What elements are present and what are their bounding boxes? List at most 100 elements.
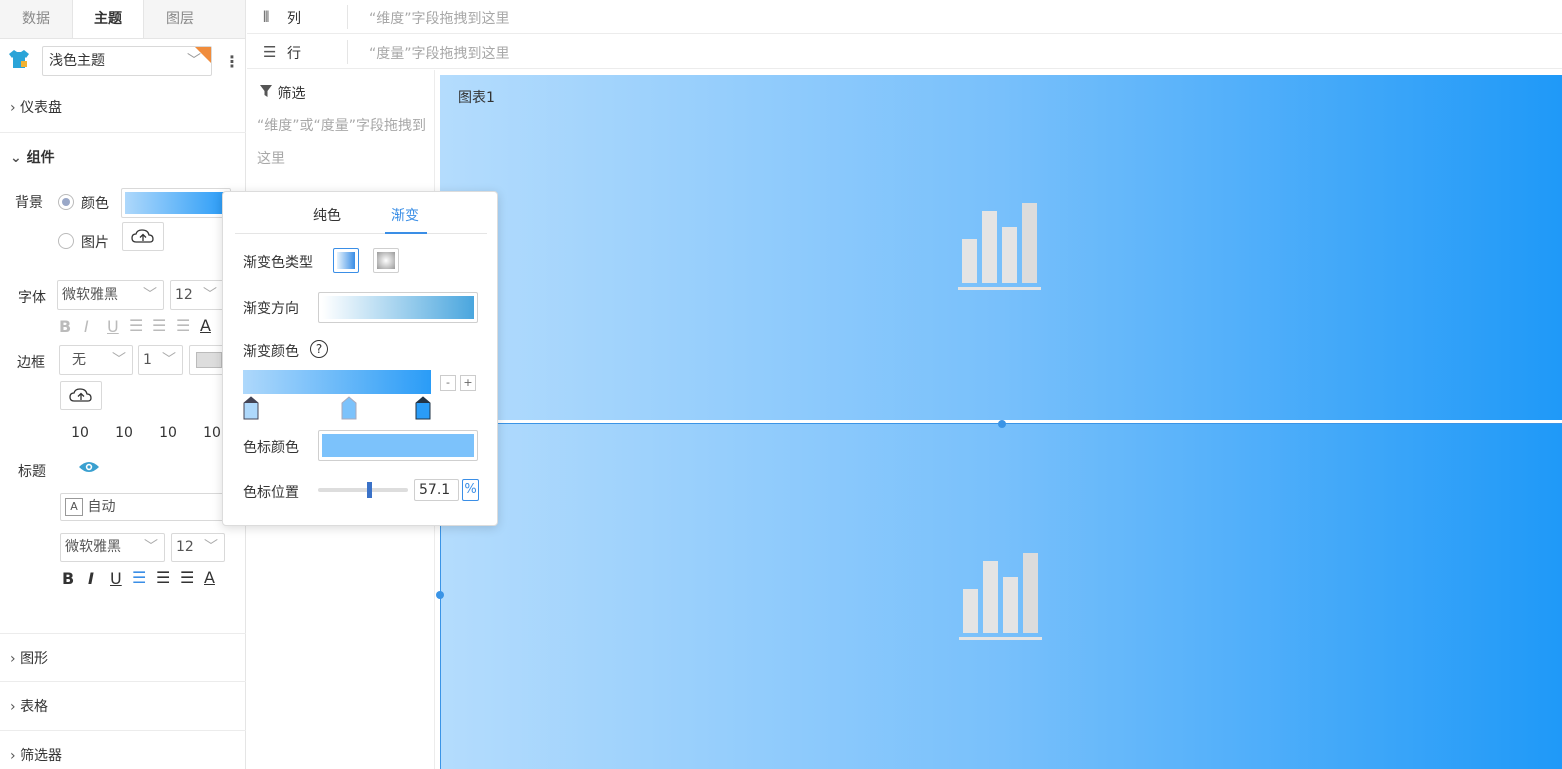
chevron-down-icon: ﹀	[162, 352, 176, 368]
padding-top-value[interactable]: 10	[60, 425, 100, 441]
background-color-radio[interactable]	[58, 194, 74, 210]
title-align-value: 自动	[87, 499, 116, 515]
tab-data[interactable]: 数据	[0, 0, 72, 38]
bold-icon[interactable]: B	[59, 317, 71, 336]
chevron-right-icon: ›	[10, 748, 16, 764]
gradient-bar[interactable]	[243, 370, 431, 394]
theme-panel: 数据 主题 图层 浅色主题 ﹀ ⋮ › 仪表盘 ⌄ 组件 背景 颜色 图片 字体…	[0, 0, 246, 769]
font-family-value: 微软雅黑	[62, 287, 118, 303]
align-center-icon[interactable]: ☰	[152, 316, 166, 335]
cloud-upload-icon	[61, 388, 101, 413]
chart-card-1[interactable]: 图表1	[440, 75, 1562, 420]
theme-select[interactable]: 浅色主题 ﹀	[42, 46, 212, 76]
rows-shelf-placeholder: “度量”字段拖拽到这里	[369, 46, 510, 62]
italic-icon[interactable]: I	[84, 317, 89, 336]
stop-color-swatch	[322, 434, 474, 457]
resize-handle[interactable]	[436, 591, 444, 599]
section-dashboard-label: 仪表盘	[20, 100, 63, 116]
title-bold-icon[interactable]: B	[62, 569, 74, 588]
resize-handle[interactable]	[998, 420, 1006, 428]
section-filter-label: 筛选器	[20, 748, 63, 764]
title-align-select[interactable]: A 自动	[60, 493, 230, 521]
rows-shelf[interactable]: ☰ 行 “度量”字段拖拽到这里	[247, 35, 1562, 69]
border-style-select[interactable]: 无 ﹀	[59, 345, 133, 375]
funnel-icon	[259, 85, 273, 102]
background-image-radio[interactable]	[58, 233, 74, 249]
columns-shelf-placeholder: “维度”字段拖拽到这里	[369, 11, 510, 27]
percent-unit-toggle[interactable]: %	[462, 479, 479, 501]
upload-border-image-button[interactable]	[60, 381, 102, 410]
align-left-icon[interactable]: ☰	[129, 316, 143, 335]
align-right-icon[interactable]: ☰	[176, 316, 190, 335]
upload-image-button[interactable]	[122, 222, 164, 251]
gradient-direction-label: 渐变方向	[243, 301, 299, 317]
radial-gradient-option[interactable]	[373, 248, 399, 273]
chevron-right-icon: ›	[10, 651, 16, 667]
bar-chart-icon	[956, 201, 1042, 295]
remove-stop-button[interactable]: -	[440, 375, 456, 391]
title-underline-icon[interactable]: U	[110, 569, 122, 588]
linear-gradient-swatch	[337, 252, 355, 269]
section-component[interactable]: ⌄ 组件	[0, 147, 246, 167]
title-font-family-select[interactable]: 微软雅黑 ﹀	[60, 533, 165, 562]
tab-solid[interactable]: 纯色	[313, 205, 341, 225]
border-width-value: 1	[143, 352, 152, 368]
font-size-select[interactable]: 12 ﹀	[170, 280, 224, 310]
stop-position-slider[interactable]	[318, 482, 408, 498]
chevron-right-icon: ›	[10, 699, 16, 715]
text-a-icon: A	[65, 498, 83, 516]
chevron-down-icon: ⌄	[10, 150, 22, 166]
help-icon[interactable]: ?	[310, 340, 328, 358]
gradient-stops-track	[243, 396, 431, 422]
color-picker-popup: 纯色 渐变 渐变色类型 渐变方向 渐变颜色 ? - + 色标颜色 色标位置 57…	[222, 191, 498, 526]
gradient-swatch	[125, 192, 227, 214]
chart-card-2[interactable]	[440, 423, 1562, 769]
bar-chart-icon	[957, 551, 1043, 645]
stop-color-picker[interactable]	[318, 430, 478, 461]
chart-title: 图表1	[458, 90, 495, 106]
font-family-select[interactable]: 微软雅黑 ﹀	[57, 280, 164, 310]
columns-shelf[interactable]: ⫴ 列 “维度”字段拖拽到这里	[247, 0, 1562, 34]
tab-theme[interactable]: 主题	[72, 0, 144, 38]
underline-icon[interactable]: U	[107, 317, 119, 336]
columns-icon: ⫴	[263, 8, 270, 26]
padding-bottom-value[interactable]: 10	[148, 425, 188, 441]
font-color-icon[interactable]: A	[200, 316, 211, 335]
more-vertical-icon[interactable]: ⋮	[224, 52, 240, 71]
title-align-left-icon[interactable]: ☰	[132, 568, 146, 587]
section-table-label: 表格	[20, 699, 49, 715]
gradient-stop-handle-selected[interactable]	[341, 396, 357, 424]
background-color-picker[interactable]	[121, 188, 231, 218]
section-table[interactable]: › 表格	[0, 696, 246, 716]
linear-gradient-option[interactable]	[333, 248, 359, 273]
stop-position-input[interactable]: 57.1	[414, 479, 459, 501]
filter-title-label: 筛选	[277, 86, 306, 102]
theme-select-value: 浅色主题	[49, 53, 105, 69]
gradient-stop-handle[interactable]	[243, 396, 259, 424]
gradient-stop-handle[interactable]	[415, 396, 431, 424]
tab-layers[interactable]: 图层	[144, 0, 216, 38]
font-label: 字体	[18, 290, 46, 306]
title-align-right-icon[interactable]: ☰	[180, 568, 194, 587]
tab-gradient[interactable]: 渐变	[391, 205, 419, 225]
title-align-center-icon[interactable]: ☰	[156, 568, 170, 587]
section-dashboard[interactable]: › 仪表盘	[0, 97, 246, 117]
section-filter[interactable]: › 筛选器	[0, 745, 246, 765]
padding-right-value[interactable]: 10	[104, 425, 144, 441]
rows-shelf-label: 行	[287, 46, 301, 62]
title-font-size-select[interactable]: 12 ﹀	[171, 533, 225, 562]
add-stop-button[interactable]: +	[460, 375, 476, 391]
stop-color-label: 色标颜色	[243, 440, 299, 456]
eye-icon[interactable]	[78, 459, 100, 479]
title-label: 标题	[18, 464, 46, 480]
border-width-select[interactable]: 1 ﹀	[138, 345, 183, 375]
slider-thumb[interactable]	[367, 482, 373, 498]
title-font-color-icon[interactable]: A	[204, 568, 215, 587]
chevron-right-icon: ›	[10, 100, 16, 116]
background-label: 背景	[15, 195, 43, 211]
border-style-value: 无	[72, 352, 86, 368]
section-shape[interactable]: › 图形	[0, 648, 246, 668]
gradient-direction-picker[interactable]	[318, 292, 478, 323]
gradient-type-label: 渐变色类型	[243, 255, 313, 271]
title-italic-icon[interactable]: I	[88, 569, 94, 588]
